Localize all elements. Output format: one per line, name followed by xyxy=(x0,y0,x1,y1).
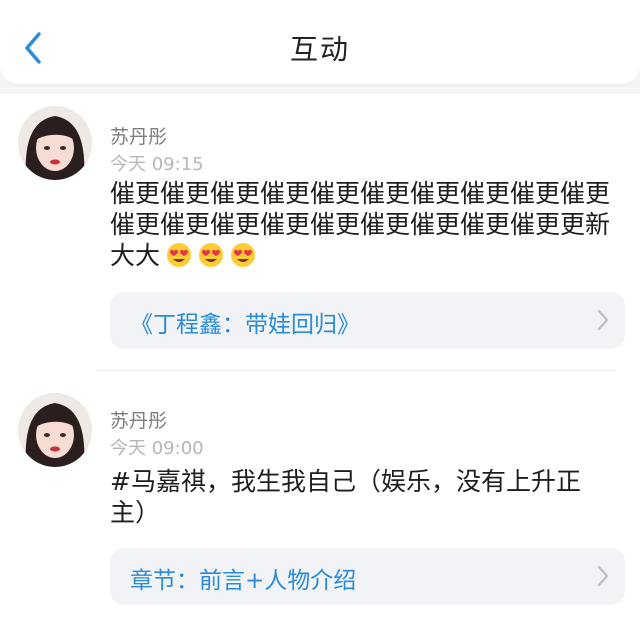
linked-work-card[interactable]: 《丁程鑫：带娃回归》 xyxy=(110,292,625,349)
avatar[interactable] xyxy=(18,106,92,180)
chapter-title: 章节：前言+人物介绍 xyxy=(130,568,357,594)
heart-eyes-emoji xyxy=(230,242,256,268)
comment-text: #马嘉祺，我生我自己（娱乐，没有上升正主） xyxy=(110,467,581,527)
top-bar: 互动 xyxy=(0,0,640,84)
timestamp: 今天 09:00 xyxy=(110,438,204,459)
linked-work-title: 《丁程鑫：带娃回归》 xyxy=(130,312,360,338)
avatar-image xyxy=(18,393,92,467)
page-title: 互动 xyxy=(289,33,350,66)
heart-eyes-emoji xyxy=(166,242,192,268)
interaction-feed: 苏丹彤 今天 09:15 催更催更催更催更催更催更催更催更催更催更催更催更催更催… xyxy=(0,94,640,629)
heart-eyes-emoji xyxy=(198,242,224,268)
author-name[interactable]: 苏丹彤 xyxy=(110,122,167,149)
avatar-image xyxy=(18,106,92,180)
chevron-right-icon xyxy=(597,309,609,331)
chapter-link-card[interactable]: 章节：前言+人物介绍 xyxy=(110,548,625,605)
timestamp: 今天 09:15 xyxy=(110,154,204,175)
author-name[interactable]: 苏丹彤 xyxy=(110,406,167,433)
avatar[interactable] xyxy=(18,393,92,467)
chevron-right-icon xyxy=(597,565,609,587)
divider xyxy=(96,370,616,371)
comment-text: 催更催更催更催更催更催更催更催更催更催更催更催更催更催更催更催更催更催更催更更新… xyxy=(110,178,618,271)
